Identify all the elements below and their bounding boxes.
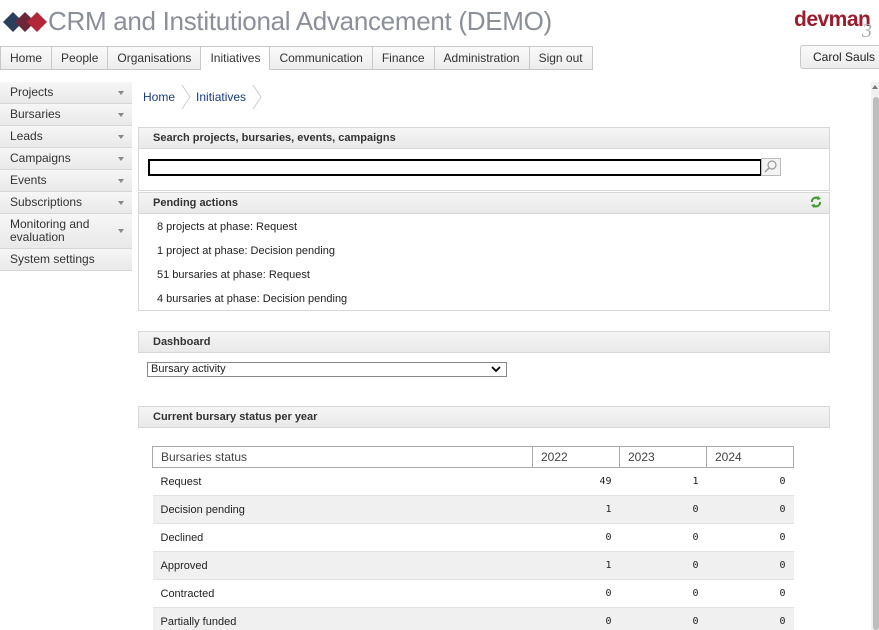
sidebar-item-events[interactable]: Events <box>0 170 132 192</box>
nav-tab-sign-out[interactable]: Sign out <box>529 46 593 70</box>
brand-logo: devman <box>794 8 871 31</box>
count-cell: 1 <box>619 467 707 496</box>
count-cell: 0 <box>706 523 794 552</box>
chevron-down-icon <box>118 200 124 205</box>
table-header-row: Bursaries status 2022 2023 2024 <box>152 446 794 468</box>
table-row: Request 49 1 0 <box>152 467 794 496</box>
sidebar-item-label: Subscriptions <box>10 195 83 209</box>
count-cell: 0 <box>706 607 794 630</box>
status-cell: Declined <box>152 523 533 552</box>
sidebar-item-label: Monitoring and evaluation <box>10 217 90 244</box>
bursary-status-title: Current bursary status per year <box>138 406 830 428</box>
pending-panel-title: Pending actions <box>138 192 830 214</box>
bursary-status-table: Bursaries status 2022 2023 2024 Request … <box>152 446 794 630</box>
status-cell: Request <box>152 467 533 496</box>
chevron-down-icon <box>118 229 124 233</box>
sidebar-item-label: Events <box>10 173 47 187</box>
nav-tab-initiatives[interactable]: Initiatives <box>201 46 271 70</box>
count-cell: 0 <box>706 495 794 524</box>
count-cell: 0 <box>706 579 794 608</box>
sidebar-item-label: System settings <box>10 252 95 266</box>
nav-tab-organisations[interactable]: Organisations <box>108 46 202 70</box>
breadcrumb-separator-icon <box>181 84 191 110</box>
app-title: CRM and Institutional Advancement (DEMO) <box>48 6 552 36</box>
chevron-down-icon <box>118 134 124 139</box>
sidebar-item-subscriptions[interactable]: Subscriptions <box>0 192 132 214</box>
sidebar-item-label: Projects <box>10 85 54 99</box>
breadcrumb-home[interactable]: Home <box>138 84 181 110</box>
table-row: Contracted 0 0 0 <box>152 579 794 608</box>
scrollbar-thumb[interactable] <box>873 97 879 630</box>
brand-version: 3 <box>862 20 872 42</box>
sidebar: Projects Bursaries Leads Campaigns Event… <box>0 82 132 271</box>
count-cell: 0 <box>619 607 707 630</box>
table-row: Partially funded 0 0 0 <box>152 607 794 630</box>
pending-action-link[interactable]: 4 bursaries at phase: Decision pending <box>157 293 347 305</box>
breadcrumb-initiatives[interactable]: Initiatives <box>191 84 252 110</box>
status-cell: Contracted <box>152 579 533 608</box>
count-cell: 0 <box>619 523 707 552</box>
count-cell: 0 <box>532 579 620 608</box>
count-cell: 1 <box>532 495 620 524</box>
chevron-down-icon <box>118 156 124 161</box>
pending-action-link[interactable]: 1 project at phase: Decision pending <box>157 245 335 257</box>
count-cell: 49 <box>532 467 620 496</box>
table-row: Approved 1 0 0 <box>152 551 794 580</box>
table-row: Decision pending 1 0 0 <box>152 495 794 524</box>
column-header: Bursaries status <box>152 446 533 468</box>
column-header: 2024 <box>706 446 794 468</box>
breadcrumb-separator-icon <box>252 84 262 110</box>
nav-tab-administration[interactable]: Administration <box>434 46 530 70</box>
pending-action-link[interactable]: 51 bursaries at phase: Request <box>157 269 310 281</box>
logo-icon <box>3 12 47 32</box>
main-nav: Home People Organisations Initiatives Co… <box>0 46 593 70</box>
column-header: 2022 <box>532 446 620 468</box>
status-cell: Partially funded <box>152 607 533 630</box>
sidebar-item-monitoring[interactable]: Monitoring and evaluation <box>0 214 132 249</box>
nav-tab-people[interactable]: People <box>52 46 109 70</box>
chevron-down-icon <box>118 112 124 117</box>
sidebar-item-projects[interactable]: Projects <box>0 82 132 104</box>
search-panel-title: Search projects, bursaries, events, camp… <box>138 127 830 149</box>
count-cell: 0 <box>619 579 707 608</box>
sidebar-item-label: Bursaries <box>10 107 61 121</box>
status-cell: Decision pending <box>152 495 533 524</box>
chevron-down-icon <box>118 178 124 183</box>
chevron-down-icon <box>491 366 501 373</box>
pending-action-link[interactable]: 8 projects at phase: Request <box>157 221 297 233</box>
nav-tab-home[interactable]: Home <box>0 46 53 70</box>
app-header: CRM and Institutional Advancement (DEMO)… <box>0 0 879 44</box>
count-cell: 0 <box>532 523 620 552</box>
refresh-icon[interactable] <box>810 196 822 208</box>
column-header: 2023 <box>619 446 707 468</box>
dashboard-panel-title: Dashboard <box>138 331 830 353</box>
search-button[interactable] <box>761 158 781 176</box>
sidebar-item-label: Campaigns <box>10 151 71 165</box>
count-cell: 0 <box>706 467 794 496</box>
nav-tab-communication[interactable]: Communication <box>270 46 373 70</box>
sidebar-item-campaigns[interactable]: Campaigns <box>0 148 132 170</box>
user-menu-button[interactable]: Carol Sauls <box>800 45 879 69</box>
dashboard-select[interactable]: Bursary activity <box>147 362 507 377</box>
scroll-up-icon[interactable] <box>872 85 878 89</box>
table-row: Declined 0 0 0 <box>152 523 794 552</box>
sidebar-item-bursaries[interactable]: Bursaries <box>0 104 132 126</box>
count-cell: 0 <box>706 551 794 580</box>
search-input[interactable] <box>148 159 762 176</box>
nav-tab-finance[interactable]: Finance <box>372 46 435 70</box>
count-cell: 0 <box>619 551 707 580</box>
sidebar-item-system-settings[interactable]: System settings <box>0 249 132 271</box>
dashboard-select-value: Bursary activity <box>151 363 226 375</box>
count-cell: 0 <box>532 607 620 630</box>
count-cell: 1 <box>532 551 620 580</box>
breadcrumb: Home Initiatives <box>138 84 262 110</box>
sidebar-item-label: Leads <box>10 129 43 143</box>
status-cell: Approved <box>152 551 533 580</box>
search-icon <box>764 160 777 173</box>
sidebar-item-leads[interactable]: Leads <box>0 126 132 148</box>
count-cell: 0 <box>619 495 707 524</box>
chevron-down-icon <box>118 90 124 95</box>
